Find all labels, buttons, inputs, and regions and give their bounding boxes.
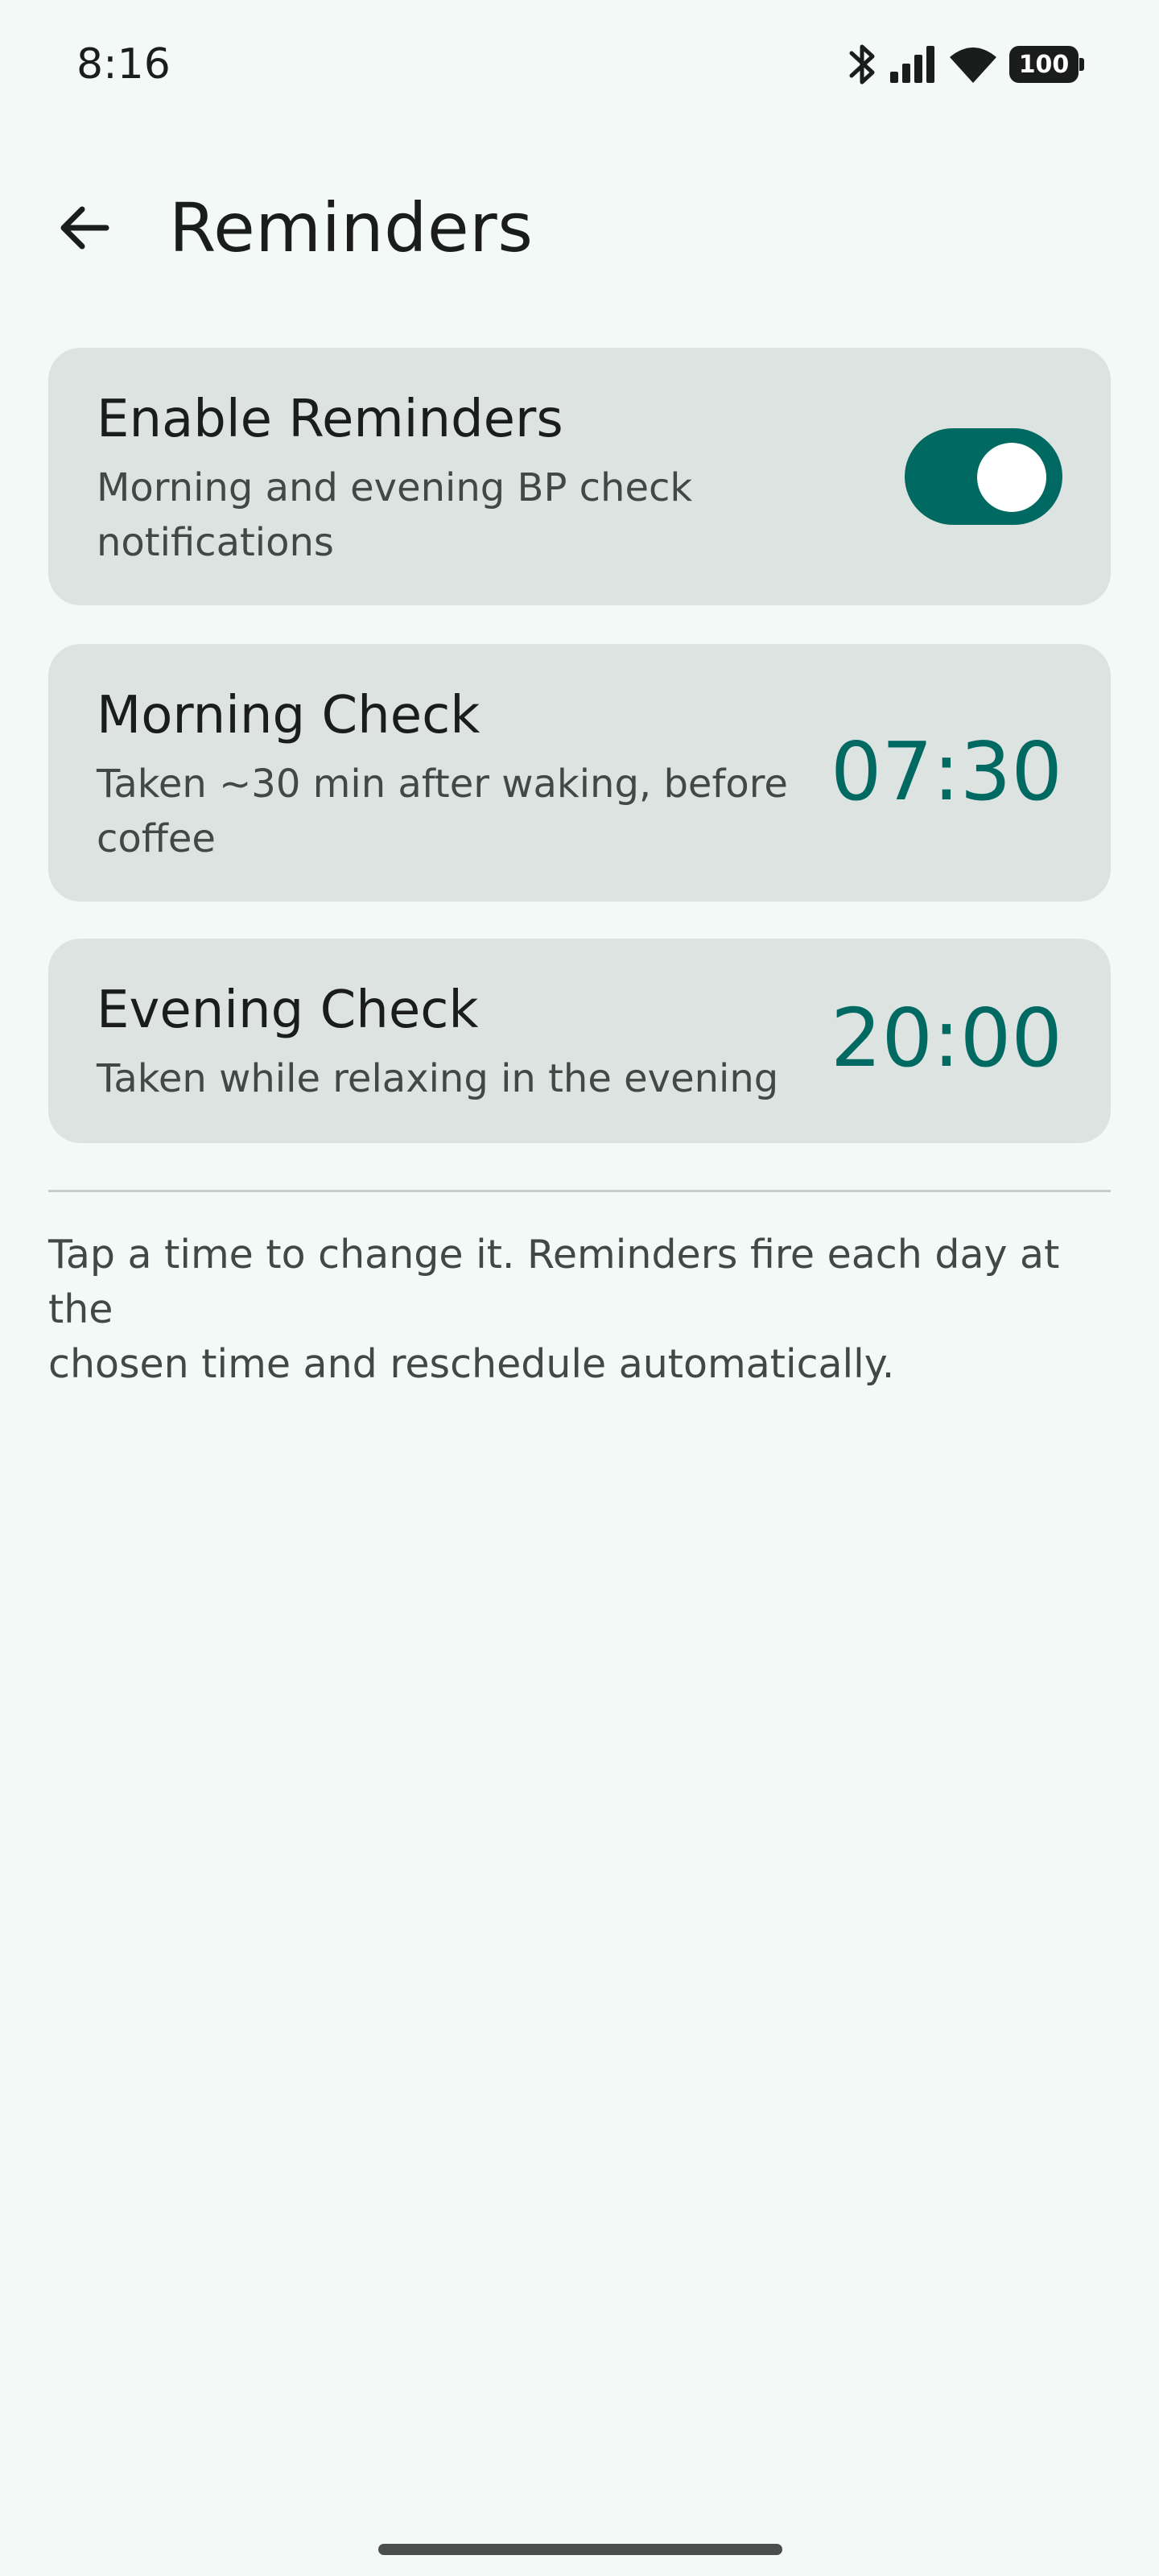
battery-level: 100 (1018, 50, 1070, 79)
evening-check-subtitle: Taken while relaxing in the evening (97, 1056, 779, 1101)
toggle-thumb (977, 443, 1046, 512)
back-button[interactable] (48, 193, 121, 266)
enable-reminders-subtitle-line1: Morning and evening BP check (97, 465, 693, 510)
app-bar: Reminders (0, 161, 1159, 298)
evening-check-time[interactable]: 20:00 (831, 991, 1062, 1085)
evening-check-title: Evening Check (97, 980, 479, 1040)
bluetooth-icon (848, 42, 877, 87)
home-indicator[interactable] (378, 2544, 782, 2555)
morning-check-card[interactable]: Morning Check Taken ~30 min after waking… (48, 644, 1111, 902)
evening-check-card[interactable]: Evening Check Taken while relaxing in th… (48, 939, 1111, 1143)
morning-check-subtitle-line2: coffee (97, 816, 216, 861)
morning-check-time[interactable]: 07:30 (831, 724, 1062, 819)
status-icons: 100 (848, 42, 1084, 87)
arrow-left-icon (56, 200, 113, 259)
status-bar: 8:16 100 (0, 0, 1159, 137)
page-title: Reminders (169, 188, 534, 267)
footer-note-line2: chosen time and reschedule automatically… (48, 1341, 895, 1387)
enable-reminders-title: Enable Reminders (97, 390, 563, 449)
status-time: 8:16 (76, 40, 171, 89)
morning-check-subtitle-line1: Taken ~30 min after waking, before (97, 762, 788, 807)
footer-note-line1: Tap a time to change it. Reminders fire … (48, 1232, 1060, 1332)
footer-note: Tap a time to change it. Reminders fire … (48, 1228, 1119, 1392)
signal-icon (889, 44, 937, 85)
morning-check-subtitle: Taken ~30 min after waking, before coffe… (97, 757, 845, 866)
divider (48, 1190, 1111, 1192)
enable-reminders-subtitle: Morning and evening BP check notificatio… (97, 460, 845, 570)
morning-check-title: Morning Check (97, 686, 481, 745)
enable-reminders-subtitle-line2: notifications (97, 520, 334, 565)
enable-reminders-card[interactable]: Enable Reminders Morning and evening BP … (48, 348, 1111, 605)
battery-icon: 100 (1009, 46, 1084, 83)
enable-reminders-toggle[interactable] (905, 428, 1062, 525)
wifi-icon (948, 44, 998, 85)
